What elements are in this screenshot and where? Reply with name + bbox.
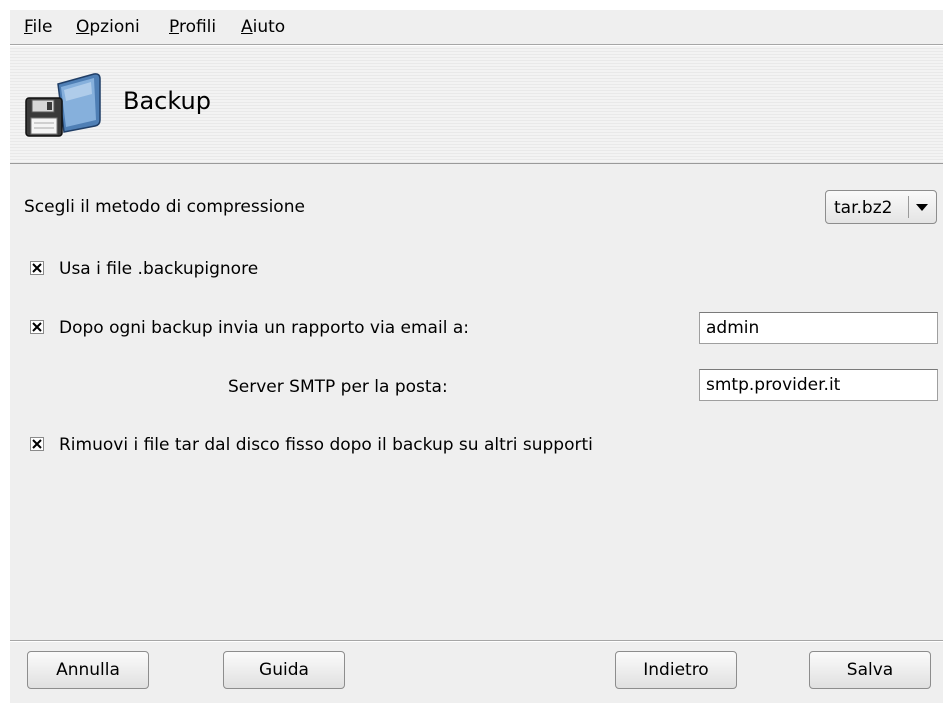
menu-profili-mnemonic: P: [169, 17, 179, 37]
menu-opzioni[interactable]: Opzioni: [76, 17, 140, 37]
menu-profili[interactable]: Profili: [169, 17, 216, 37]
use-backupignore-checkbox[interactable]: [30, 261, 44, 275]
compression-label: Scegli il metodo di compressione: [24, 197, 305, 217]
remove-tar-checkbox[interactable]: [30, 437, 44, 451]
smtp-server-label: Server SMTP per la posta:: [228, 377, 448, 397]
chevron-down-icon: [916, 204, 928, 211]
back-button[interactable]: Indietro: [615, 651, 737, 689]
menu-file[interactable]: File: [24, 17, 52, 37]
menu-aiuto[interactable]: Aiuto: [241, 17, 285, 37]
backup-window: File Opzioni Profili Aiuto Backup Scegli…: [10, 10, 943, 703]
email-recipient-field[interactable]: [699, 312, 938, 344]
page-banner: Backup: [10, 45, 943, 164]
remove-tar-label: Rimuovi i file tar dal disco fisso dopo …: [59, 435, 593, 455]
compression-method-value: tar.bz2: [834, 198, 893, 218]
email-report-checkbox[interactable]: [30, 320, 44, 334]
checkmark-x-icon: [32, 322, 42, 332]
page-title: Backup: [123, 87, 211, 115]
backup-floppy-folder-icon: [25, 73, 101, 137]
checkmark-x-icon: [32, 263, 42, 273]
use-backupignore-label: Usa i file .backupignore: [59, 259, 259, 279]
save-button[interactable]: Salva: [809, 651, 931, 689]
cancel-button[interactable]: Annulla: [27, 651, 149, 689]
smtp-server-input[interactable]: [706, 375, 931, 395]
bottom-separator: [10, 640, 943, 642]
compression-method-select[interactable]: tar.bz2: [825, 190, 937, 224]
menu-profili-label: rofili: [178, 17, 217, 37]
help-button[interactable]: Guida: [223, 651, 345, 689]
checkmark-x-icon: [32, 439, 42, 449]
menubar: File Opzioni Profili Aiuto: [10, 10, 943, 45]
menu-file-mnemonic: F: [24, 17, 33, 37]
menu-aiuto-label: iuto: [252, 17, 286, 37]
menu-opzioni-mnemonic: O: [76, 17, 90, 37]
email-report-label: Dopo ogni backup invia un rapporto via e…: [59, 318, 469, 338]
smtp-server-field[interactable]: [699, 369, 938, 401]
combo-separator: [908, 196, 909, 218]
menu-file-label: ile: [32, 17, 53, 37]
menu-aiuto-mnemonic: A: [241, 17, 253, 37]
email-recipient-input[interactable]: [706, 318, 931, 338]
menu-opzioni-label: pzioni: [89, 17, 140, 37]
